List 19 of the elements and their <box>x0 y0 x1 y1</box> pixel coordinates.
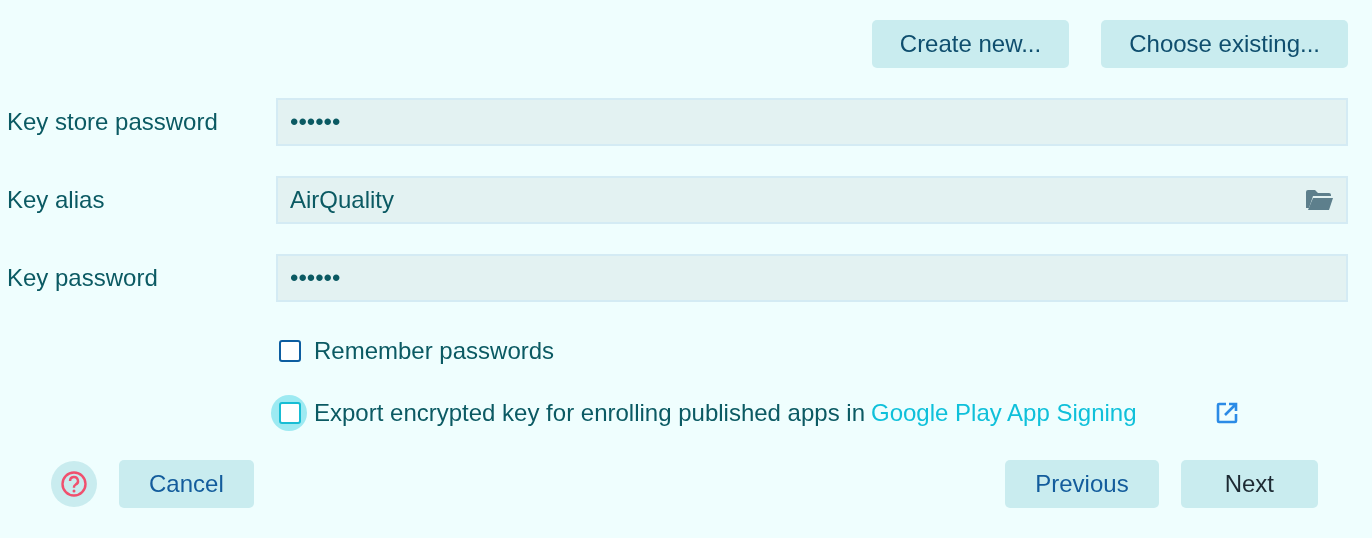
next-button[interactable]: Next <box>1180 460 1318 508</box>
text-field[interactable]: AirQuality <box>276 176 1348 224</box>
external-link-icon[interactable] <box>1214 401 1239 425</box>
checkbox-label: Export encrypted key for enrolling published apps in Google Play App Signing <box>314 399 1137 427</box>
field-label: Key store password <box>6 108 219 136</box>
checkbox[interactable] <box>279 340 301 362</box>
choose-existing-button[interactable]: Choose existing... <box>1101 20 1348 68</box>
cancel-button[interactable]: Cancel <box>119 460 254 508</box>
folder-icon[interactable] <box>1304 188 1334 212</box>
previous-button[interactable]: Previous <box>1005 460 1159 508</box>
checkbox[interactable] <box>279 402 301 424</box>
create-new-button[interactable]: Create new... <box>871 20 1070 68</box>
help-button[interactable] <box>51 461 97 507</box>
field-label: Key password <box>6 264 159 292</box>
password-field[interactable]: •••••• <box>276 98 1348 146</box>
help-icon <box>60 470 88 498</box>
checkbox-label: Remember passwords <box>314 337 555 365</box>
field-label: Key alias <box>6 186 106 214</box>
password-field[interactable]: •••••• <box>276 254 1348 302</box>
